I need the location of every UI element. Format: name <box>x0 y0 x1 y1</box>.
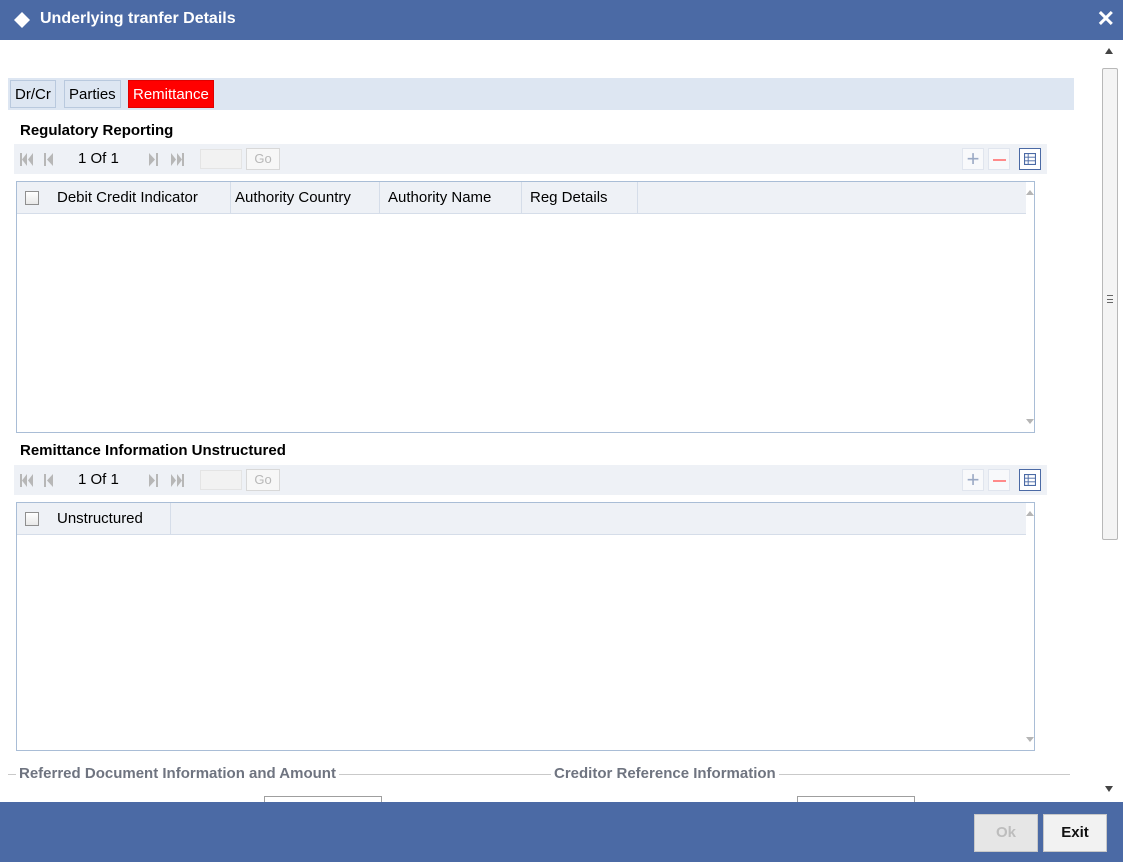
creditor-reference-legend: Creditor Reference Information <box>551 765 779 782</box>
page-indicator: 1 Of 1 <box>78 150 119 167</box>
scroll-up-arrow-icon[interactable] <box>1026 511 1034 516</box>
remittance-unstructured-title: Remittance Information Unstructured <box>20 442 286 459</box>
remittance-pager: 1 Of 1 Go + <box>14 465 1047 495</box>
select-all-checkbox[interactable] <box>25 191 39 205</box>
add-row-icon[interactable]: + <box>962 469 984 491</box>
tab-drcr[interactable]: Dr/Cr <box>10 80 56 108</box>
page-number-input[interactable] <box>200 470 242 490</box>
diamond-icon <box>14 12 30 28</box>
regulatory-pager: 1 Of 1 Go + <box>14 144 1047 174</box>
last-page-icon[interactable] <box>170 153 184 166</box>
column-header[interactable]: Authority Name <box>380 182 522 213</box>
select-all-checkbox[interactable] <box>25 512 39 526</box>
exit-button[interactable]: Exit <box>1043 814 1107 852</box>
scroll-down-arrow-icon[interactable] <box>1026 737 1034 742</box>
previous-page-icon[interactable] <box>44 153 54 166</box>
window-title: Underlying tranfer Details <box>40 10 236 27</box>
grid-view-icon[interactable] <box>1019 148 1041 170</box>
page-indicator: 1 Of 1 <box>78 471 119 488</box>
add-row-icon[interactable]: + <box>962 148 984 170</box>
grid-view-icon[interactable] <box>1019 469 1041 491</box>
scroll-down-arrow-icon[interactable] <box>1105 786 1113 792</box>
regulatory-grid: Debit Credit Indicator Authority Country… <box>16 181 1035 433</box>
column-header[interactable]: Authority Country <box>227 182 380 213</box>
next-page-icon[interactable] <box>148 474 158 487</box>
scroll-down-arrow-icon[interactable] <box>1026 419 1034 424</box>
last-page-icon[interactable] <box>170 474 184 487</box>
grid-scrollbar[interactable] <box>1025 503 1034 750</box>
ok-button[interactable]: Ok <box>974 814 1038 852</box>
grip-icon <box>1107 295 1113 303</box>
tab-remittance[interactable]: Remittance <box>128 80 214 108</box>
delete-row-icon[interactable] <box>988 469 1010 491</box>
previous-page-icon[interactable] <box>44 474 54 487</box>
scroll-thumb[interactable] <box>1102 68 1118 540</box>
dialog-footer: Ok Exit <box>0 802 1123 862</box>
tab-bar: Dr/Cr Parties Remittance <box>8 78 1074 110</box>
first-page-icon[interactable] <box>20 474 34 487</box>
page-number-input[interactable] <box>200 149 242 169</box>
first-page-icon[interactable] <box>20 153 34 166</box>
column-header[interactable]: Unstructured <box>49 503 171 534</box>
delete-row-icon[interactable] <box>988 148 1010 170</box>
scroll-up-arrow-icon[interactable] <box>1105 48 1113 54</box>
regulatory-reporting-title: Regulatory Reporting <box>20 122 174 139</box>
next-page-icon[interactable] <box>148 153 158 166</box>
main-scrollbar[interactable] <box>1097 40 1123 802</box>
grid-header: Debit Credit Indicator Authority Country… <box>17 182 1026 214</box>
window-titlebar: Underlying tranfer Details ✕ <box>0 0 1123 40</box>
go-button[interactable]: Go <box>246 469 280 491</box>
scroll-up-arrow-icon[interactable] <box>1026 190 1034 195</box>
close-icon[interactable]: ✕ <box>1097 7 1115 31</box>
go-button[interactable]: Go <box>246 148 280 170</box>
tab-parties[interactable]: Parties <box>64 80 121 108</box>
grid-header: Unstructured <box>17 503 1026 535</box>
column-header[interactable]: Debit Credit Indicator <box>49 182 231 213</box>
column-header[interactable]: Reg Details <box>522 182 638 213</box>
grid-scrollbar[interactable] <box>1025 182 1034 432</box>
referred-document-legend: Referred Document Information and Amount <box>16 765 339 782</box>
remittance-grid: Unstructured <box>16 502 1035 751</box>
